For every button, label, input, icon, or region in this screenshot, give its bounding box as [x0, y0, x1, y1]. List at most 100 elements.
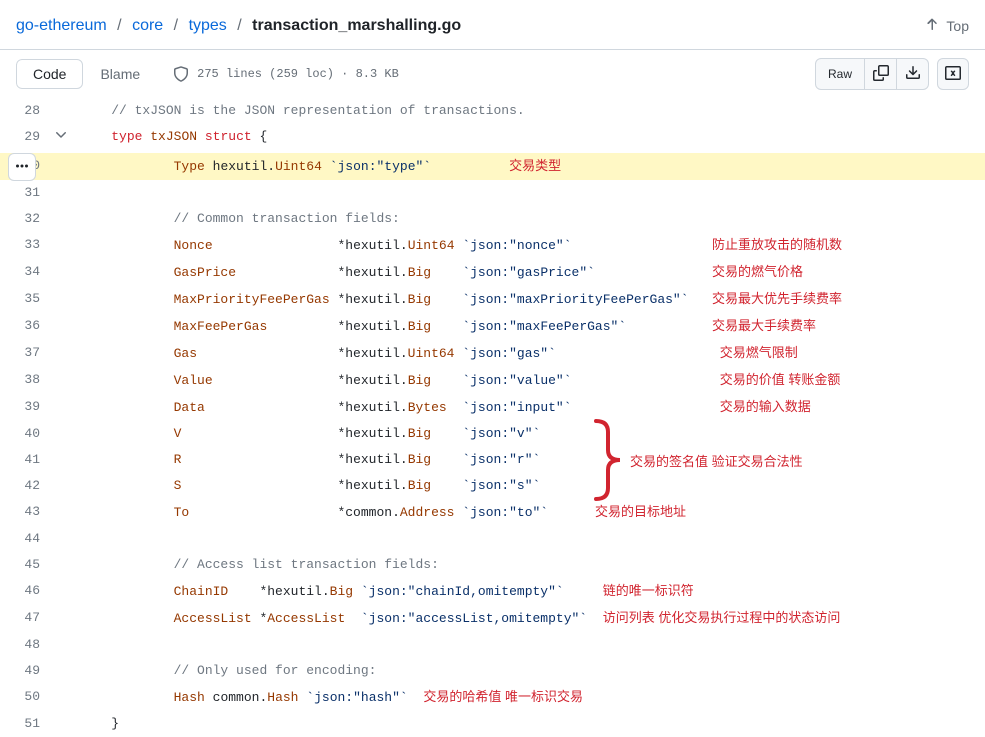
symbols-button[interactable] [937, 58, 969, 90]
code-content[interactable]: // Access list transaction fields: [72, 552, 985, 578]
separator: / [231, 17, 247, 34]
fold-gutter [50, 684, 72, 711]
code-content[interactable] [72, 632, 985, 658]
fold-gutter [50, 394, 72, 421]
code-area: 28 // txJSON is the JSON representation … [0, 98, 985, 737]
annotation: 交易的目标地址 [595, 504, 686, 519]
file-meta-text: 275 lines (259 loc) · 8.3 KB [197, 67, 399, 81]
fold-gutter [50, 286, 72, 313]
annotation: 交易燃气限制 [720, 345, 798, 360]
code-content[interactable]: type txJSON struct { [72, 124, 985, 153]
code-content[interactable]: R *hexutil.Big `json:"r"` [72, 447, 985, 473]
fold-gutter [50, 658, 72, 684]
code-content[interactable]: // txJSON is the JSON representation of … [72, 98, 985, 124]
code-line: 33 Nonce *hexutil.Uint64 `json:"nonce"` … [0, 232, 985, 259]
annotation: 防止重放攻击的随机数 [712, 237, 842, 252]
code-content[interactable]: MaxFeePerGas *hexutil.Big `json:"maxFeeP… [72, 313, 985, 340]
code-content[interactable]: // Common transaction fields: [72, 206, 985, 232]
line-number[interactable]: 36 [0, 313, 50, 340]
line-number[interactable]: 29 [0, 124, 50, 153]
code-content[interactable]: Gas *hexutil.Uint64 `json:"gas"` 交易燃气限制 [72, 340, 985, 367]
code-line: 45 // Access list transaction fields: [0, 552, 985, 578]
code-line: 42 S *hexutil.Big `json:"s"` [0, 473, 985, 499]
tab-code[interactable]: Code [16, 59, 83, 89]
annotation: 交易的输入数据 [720, 399, 811, 414]
code-content[interactable]: Nonce *hexutil.Uint64 `json:"nonce"` 防止重… [72, 232, 985, 259]
code-line: 51 } [0, 711, 985, 737]
shield-icon[interactable] [173, 66, 189, 82]
breadcrumb-link[interactable]: types [189, 17, 227, 34]
top-label: Top [946, 18, 969, 34]
code-content[interactable]: Value *hexutil.Big `json:"value"` 交易的价值 … [72, 367, 985, 394]
line-number[interactable]: 49 [0, 658, 50, 684]
code-content[interactable]: MaxPriorityFeePerGas *hexutil.Big `json:… [72, 286, 985, 313]
line-number[interactable]: 41 [0, 447, 50, 473]
code-line: 47 AccessList *AccessList `json:"accessL… [0, 605, 985, 632]
code-line: 40 V *hexutil.Big `json:"v"` [0, 421, 985, 447]
code-content[interactable] [72, 180, 985, 206]
line-number[interactable]: 45 [0, 552, 50, 578]
code-line: 29 type txJSON struct { [0, 124, 985, 153]
code-content[interactable] [72, 526, 985, 552]
code-line: 32 // Common transaction fields: [0, 206, 985, 232]
line-number[interactable]: 46 [0, 578, 50, 605]
code-content[interactable]: Hash common.Hash `json:"hash"` 交易的哈希值 唯一… [72, 684, 985, 711]
kebab-horizontal-icon [14, 158, 30, 177]
breadcrumb-current: transaction_marshalling.go [252, 17, 461, 34]
code-content[interactable]: Data *hexutil.Bytes `json:"input"` 交易的输入… [72, 394, 985, 421]
annotation: 交易最大手续费率 [712, 318, 816, 333]
line-number[interactable]: 44 [0, 526, 50, 552]
code-content[interactable]: GasPrice *hexutil.Big `json:"gasPrice"` … [72, 259, 985, 286]
fold-gutter [50, 313, 72, 340]
line-number[interactable]: 40 [0, 421, 50, 447]
line-number[interactable]: 48 [0, 632, 50, 658]
line-number[interactable]: 33 [0, 232, 50, 259]
line-number[interactable]: 47 [0, 605, 50, 632]
line-number[interactable]: 35 [0, 286, 50, 313]
line-number[interactable]: 37 [0, 340, 50, 367]
fold-gutter [50, 526, 72, 552]
annotation: 交易最大优先手续费率 [712, 291, 842, 306]
code-line: 44 [0, 526, 985, 552]
fold-gutter [50, 632, 72, 658]
copy-button[interactable] [865, 58, 897, 90]
download-icon [905, 65, 921, 84]
line-number[interactable]: 50 [0, 684, 50, 711]
line-number[interactable]: 39 [0, 394, 50, 421]
code-content[interactable]: ChainID *hexutil.Big `json:"chainId,omit… [72, 578, 985, 605]
fold-gutter [50, 552, 72, 578]
code-content[interactable]: // Only used for encoding: [72, 658, 985, 684]
fold-gutter[interactable] [50, 124, 72, 153]
code-content[interactable]: To *common.Address `json:"to"` 交易的目标地址 [72, 499, 985, 526]
breadcrumb-link[interactable]: go-ethereum [16, 17, 107, 34]
annotation: 访问列表 优化交易执行过程中的状态访问 [603, 610, 841, 625]
annotation: 交易的燃气价格 [712, 264, 803, 279]
line-number[interactable]: 38 [0, 367, 50, 394]
line-number[interactable]: 34 [0, 259, 50, 286]
line-number[interactable]: 51 [0, 711, 50, 737]
code-content[interactable]: Type hexutil.Uint64 `json:"type"` 交易类型 [72, 153, 985, 180]
code-content[interactable]: AccessList *AccessList `json:"accessList… [72, 605, 985, 632]
line-number[interactable]: 31 [0, 180, 50, 206]
more-actions-button[interactable] [8, 153, 36, 181]
tab-blame[interactable]: Blame [83, 59, 157, 89]
line-number[interactable]: 28 [0, 98, 50, 124]
line-number[interactable]: 43 [0, 499, 50, 526]
code-line: 37 Gas *hexutil.Uint64 `json:"gas"` 交易燃气… [0, 340, 985, 367]
raw-button[interactable]: Raw [815, 58, 865, 90]
fold-gutter [50, 180, 72, 206]
breadcrumb-link[interactable]: core [132, 17, 163, 34]
annotation: 链的唯一标识符 [603, 583, 694, 598]
code-content[interactable]: S *hexutil.Big `json:"s"` [72, 473, 985, 499]
annotation: 交易的价值 转账金额 [720, 372, 841, 387]
code-content[interactable]: } [72, 711, 985, 737]
download-button[interactable] [897, 58, 929, 90]
arrow-up-icon [924, 16, 940, 35]
line-number[interactable]: 42 [0, 473, 50, 499]
code-line: 31 [0, 180, 985, 206]
line-number[interactable]: 32 [0, 206, 50, 232]
code-content[interactable]: V *hexutil.Big `json:"v"` [72, 421, 985, 447]
fold-gutter [50, 367, 72, 394]
fold-gutter [50, 98, 72, 124]
top-link[interactable]: Top [924, 16, 969, 35]
